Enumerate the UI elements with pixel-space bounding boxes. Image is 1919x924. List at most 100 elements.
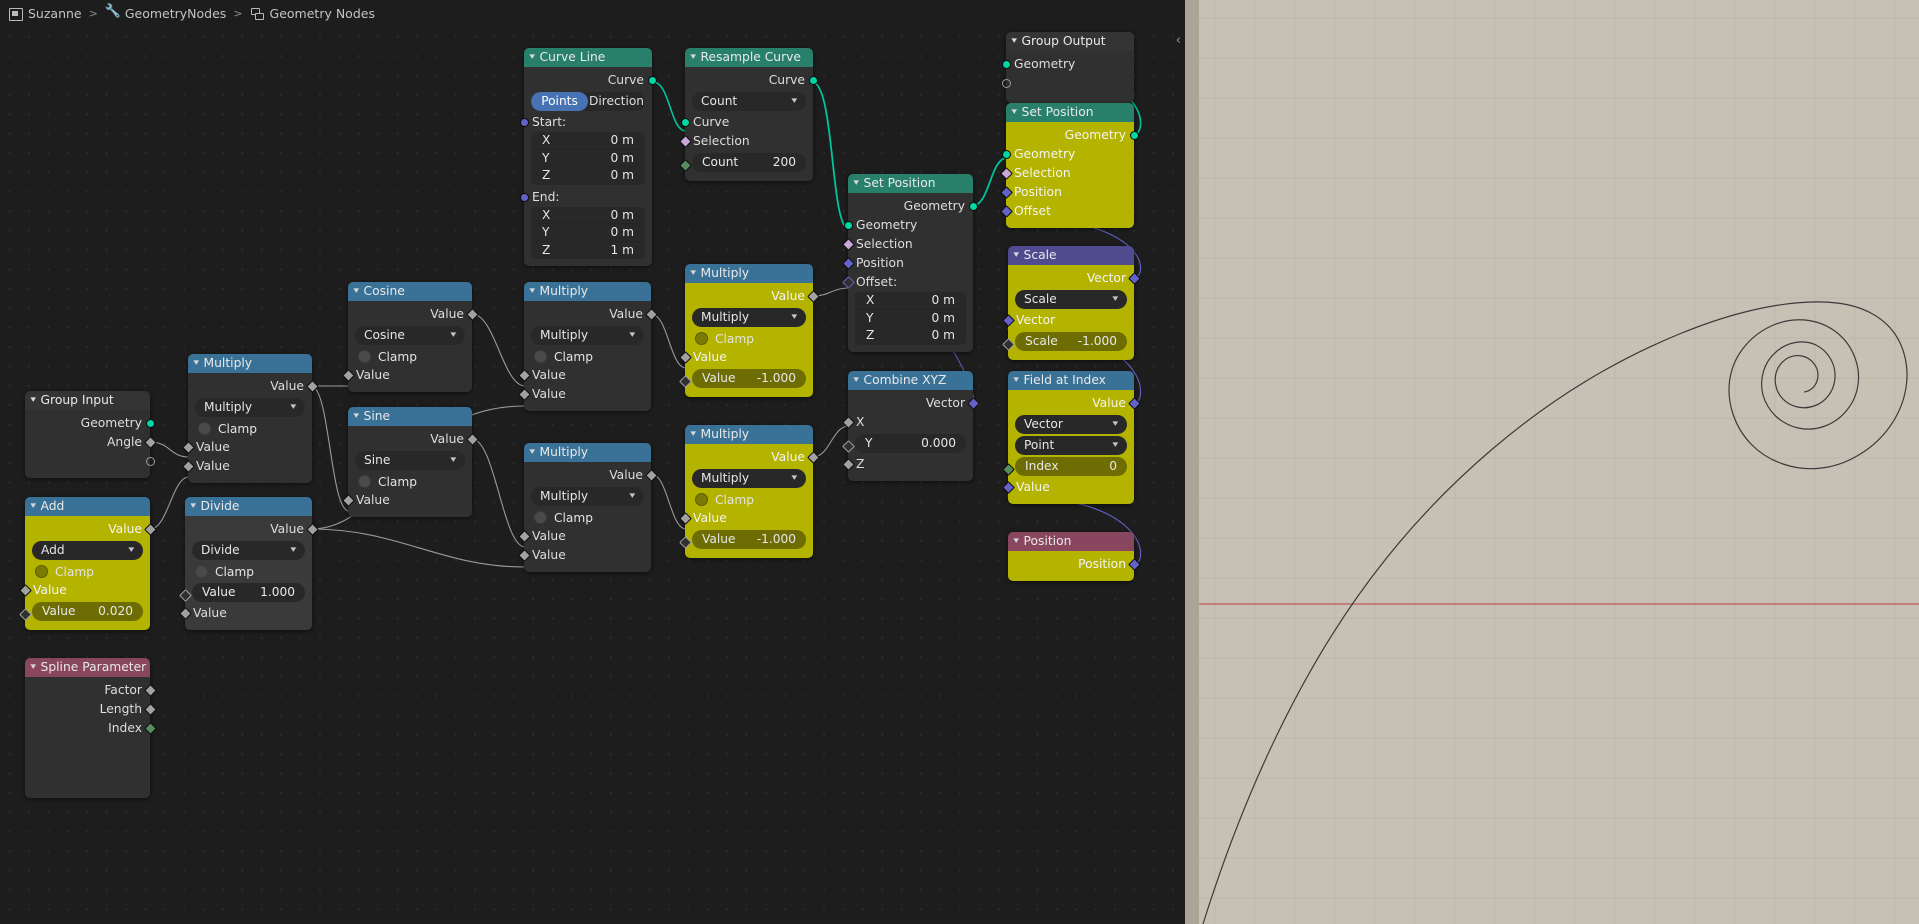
socket-row-spline-index[interactable]: Index [25, 719, 157, 738]
socket-row-multiply-left-out[interactable]: Value [188, 377, 319, 396]
node-resample-curve[interactable]: ▾ Resample Curve Curve Count ▾ Curve Sel… [678, 48, 818, 181]
field-end-z[interactable]: Z 1 m [531, 242, 645, 260]
socket-offset-in[interactable] [841, 276, 855, 289]
socket-value-in[interactable] [18, 584, 32, 597]
checkbox-icon[interactable] [195, 565, 208, 578]
socket-row-cosine-out[interactable]: Value [348, 305, 479, 324]
chevron-down-icon[interactable]: ▾ [1011, 32, 1017, 51]
socket-row-mmb-out[interactable]: Value [524, 466, 658, 485]
dropdown-operation-multiply-left[interactable]: Multiply ▾ [195, 398, 305, 417]
node-multiply-left[interactable]: ▾ Multiply Value Multiply ▾ Clamp Value … [181, 354, 319, 483]
node-set-position-right[interactable]: ▾ Set Position Geometry Geometry Selecti… [999, 103, 1139, 228]
node-header-multiply-yellow-top[interactable]: ▾ Multiply [685, 264, 813, 283]
node-header-multiply-mid-top[interactable]: ▾ Multiply [524, 282, 651, 301]
checkbox-clamp-divide[interactable]: Clamp [185, 562, 312, 581]
checkbox-clamp-myb[interactable]: Clamp [685, 490, 813, 509]
node-header-curve-line[interactable]: ▾ Curve Line [524, 48, 652, 67]
node-header-position[interactable]: ▾ Position [1008, 532, 1134, 551]
socket-position-in[interactable] [841, 257, 855, 270]
chevron-down-icon[interactable]: ▾ [853, 174, 859, 193]
checkbox-icon[interactable] [358, 350, 371, 363]
field-start-y[interactable]: Y 0 m [531, 150, 645, 167]
node-header-multiply-left[interactable]: ▾ Multiply [188, 354, 312, 373]
node-divide[interactable]: ▾ Divide Value Divide ▾ Clamp Value 1.00… [178, 497, 319, 630]
socket-geometry-out[interactable] [145, 419, 155, 428]
socket-row-spm-position[interactable]: Position [841, 254, 973, 273]
node-header-divide[interactable]: ▾ Divide [185, 497, 312, 516]
socket-row-mmb-in-2[interactable]: Value [517, 546, 651, 565]
toggle-option-points[interactable]: Points [531, 92, 588, 111]
node-header-sine[interactable]: ▾ Sine [348, 407, 472, 426]
socket-row-add-value-in[interactable]: Value [18, 581, 150, 600]
node-set-position-mid[interactable]: ▾ Set Position Geometry Geometry Selecti… [841, 174, 978, 352]
checkbox-icon[interactable] [695, 332, 708, 345]
socket-row-curve-line-out[interactable]: Curve [524, 71, 657, 90]
chevron-down-icon[interactable]: ▾ [1011, 103, 1017, 122]
field-cxyz-y[interactable]: Y 0.000 [855, 434, 966, 453]
dropdown-operation-myb[interactable]: Multiply ▾ [692, 469, 806, 488]
chevron-down-icon[interactable]: ▾ [853, 371, 859, 390]
node-sine[interactable]: ▾ Sine Value Sine ▾ Clamp Value [341, 407, 479, 517]
checkbox-clamp-cosine[interactable]: Clamp [348, 347, 472, 366]
chevron-down-icon[interactable]: ▾ [30, 658, 36, 677]
socket-row-add-out[interactable]: Value [25, 520, 157, 539]
socket-row-spline-length[interactable]: Length [25, 700, 157, 719]
socket-row-spr-offset[interactable]: Offset [999, 202, 1134, 221]
checkbox-icon[interactable] [198, 422, 211, 435]
checkbox-clamp-mmb[interactable]: Clamp [524, 508, 651, 527]
node-group-input[interactable]: ▾ Group Input Geometry Angle [25, 391, 157, 478]
checkbox-clamp-mmt[interactable]: Clamp [524, 347, 651, 366]
socket-value-in-2[interactable] [18, 608, 32, 621]
socket-row-spr-position[interactable]: Position [999, 183, 1134, 202]
node-curve-line[interactable]: ▾ Curve Line Curve Points Direction Star… [519, 48, 657, 266]
chevron-down-icon[interactable]: ▾ [353, 282, 359, 301]
socket-row-multiply-left-in-1[interactable]: Value [181, 438, 312, 457]
socket-row-cxyz-out[interactable]: Vector [848, 394, 980, 413]
socket-value-out[interactable] [806, 451, 820, 464]
chevron-down-icon[interactable]: ▾ [529, 48, 535, 67]
socket-angle-out[interactable] [143, 436, 157, 449]
dropdown-operation-myt[interactable]: Multiply ▾ [692, 308, 806, 327]
checkbox-icon[interactable] [534, 350, 547, 363]
node-header-scale[interactable]: ▾ Scale [1008, 246, 1134, 265]
field-end-x[interactable]: X 0 m [531, 207, 645, 224]
chevron-down-icon[interactable]: ▾ [690, 48, 696, 67]
socket-value-out[interactable] [644, 469, 658, 482]
field-myb-value[interactable]: Value -1.000 [692, 530, 806, 549]
dropdown-operation-divide[interactable]: Divide ▾ [192, 541, 305, 560]
socket-row-cosine-in[interactable]: Value [341, 366, 472, 385]
field-offset-x[interactable]: X 0 m [855, 292, 966, 310]
node-header-group-output[interactable]: ▾ Group Output [1006, 32, 1134, 51]
breadcrumb-item-nodetree[interactable]: Geometry Nodes [246, 6, 379, 21]
socket-value-out[interactable] [806, 290, 820, 303]
node-header-field-at-index[interactable]: ▾ Field at Index [1008, 371, 1134, 390]
node-header-multiply-mid-bottom[interactable]: ▾ Multiply [524, 443, 651, 462]
field-start-z[interactable]: Z 0 m [531, 167, 645, 185]
socket-value-in-1[interactable] [517, 530, 531, 543]
node-multiply-mid-top[interactable]: ▾ Multiply Value Multiply ▾ Clamp Value … [517, 282, 658, 411]
checkbox-clamp-add[interactable]: Clamp [25, 562, 150, 581]
chevron-down-icon[interactable]: ▾ [190, 497, 196, 516]
chevron-down-icon[interactable]: ▾ [193, 354, 199, 373]
checkbox-icon[interactable] [35, 565, 48, 578]
breadcrumb-item-modifier[interactable]: GeometryNodes [101, 4, 230, 21]
dropdown-operation-mmb[interactable]: Multiply ▾ [531, 487, 644, 506]
socket-value-in[interactable] [341, 494, 355, 507]
dropdown-operation-add[interactable]: Add ▾ [32, 541, 143, 560]
chevron-down-icon[interactable]: ▾ [353, 407, 359, 426]
socket-value-in-1[interactable] [678, 351, 692, 364]
chevron-down-icon[interactable]: ▾ [1013, 371, 1019, 390]
socket-row-spm-geometry[interactable]: Geometry [843, 216, 973, 235]
field-group-end-xyz[interactable]: X 0 m Y 0 m Z 1 m [531, 206, 645, 260]
node-group-output[interactable]: ▾ Group Output Geometry [1001, 32, 1134, 103]
dropdown-domain[interactable]: Point ▾ [1015, 436, 1127, 455]
socket-row-spm-offset[interactable]: Offset: [841, 273, 973, 292]
socket-value-in-1[interactable] [181, 441, 195, 454]
socket-row-mmt-in-1[interactable]: Value [517, 366, 651, 385]
field-resample-count[interactable]: Count 200 [692, 153, 806, 172]
socket-row-scale-vector-in[interactable]: Vector [1001, 311, 1134, 330]
field-offset-z[interactable]: Z 0 m [855, 327, 966, 345]
field-group-offset-xyz[interactable]: X 0 m Y 0 m Z 0 m [855, 292, 966, 345]
socket-geometry-in[interactable] [843, 221, 853, 230]
node-multiply-mid-bottom[interactable]: ▾ Multiply Value Multiply ▾ Clamp Value … [517, 443, 658, 572]
